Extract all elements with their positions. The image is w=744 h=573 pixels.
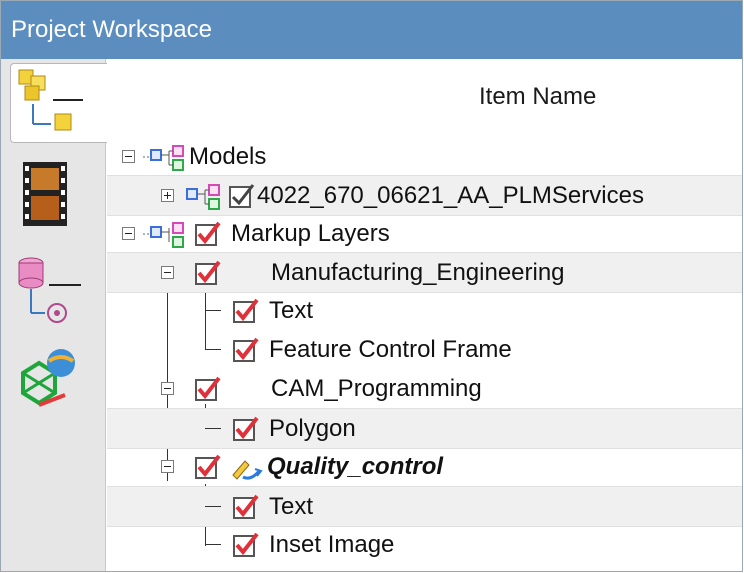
checkbox-checked-icon[interactable] [233,494,259,520]
checkbox-checked-icon[interactable] [195,454,221,480]
panel-title: Project Workspace [1,1,742,59]
collapse-toggle[interactable] [161,460,174,473]
tree-row-manufacturing-engineering[interactable]: Manufacturing_Engineering [107,252,742,293]
checkbox-checked-icon[interactable] [233,298,259,324]
tree-line [205,349,221,350]
tree-row-label: 4022_670_06621_AA_PLMServices [257,182,644,209]
sidebar [1,59,107,571]
database-tree-icon [18,257,81,323]
tree-line [205,310,221,311]
tree-row-feature-control-frame[interactable]: Feature Control Frame [107,330,742,369]
globe-wireframe-icon [21,349,75,407]
tree-row-cam-programming[interactable]: CAM_Programming [107,369,742,408]
collapse-toggle[interactable] [161,266,174,279]
tree-header: Item Name [107,59,742,139]
tree-row-label: CAM_Programming [271,375,482,402]
tree-row-markup-layers[interactable]: Markup Layers [107,214,742,253]
tree-view: Item Name Models 4022_670_06621_AA_PLMSe… [107,59,742,571]
checkbox-checked-icon[interactable] [195,260,221,286]
tree-row-label: Inset Image [269,531,395,558]
checkbox-checked-icon[interactable] [233,416,259,442]
tree-row-label: Models [189,143,267,170]
model-structure-icon [143,145,184,171]
tree-row-quality-control[interactable]: Quality_control [107,447,742,486]
tree-row-label: Manufacturing_Engineering [271,259,565,286]
tree-row-label: Polygon [269,415,356,442]
hierarchy-cubes-icon [18,69,83,131]
tab-3d-view[interactable] [9,339,97,417]
tree-row-label: Quality_control [267,453,444,480]
tree-row-inset-image[interactable]: Inset Image [107,525,742,564]
model-structure-icon [143,222,184,248]
tree-row-label: Text [269,297,314,324]
collapse-toggle[interactable] [161,382,174,395]
tree-row-models[interactable]: Models [107,137,742,176]
checkbox-checked-icon[interactable] [195,376,221,402]
tree-row-label: Feature Control Frame [269,336,512,363]
collapse-toggle[interactable] [122,227,135,240]
tree-row-text[interactable]: Text [107,486,742,527]
checkbox-checked-icon[interactable] [229,183,255,209]
checkbox-checked-icon[interactable] [195,221,221,247]
project-workspace-panel: Project Workspace Item Name Models 4022_… [0,0,743,572]
edit-markup-icon [232,460,263,480]
tree-row-plmservices[interactable]: 4022_670_06621_AA_PLMServices [107,175,742,216]
tab-structure[interactable] [10,63,107,143]
model-structure-icon [186,184,220,210]
checkbox-checked-icon[interactable] [233,532,259,558]
tree-row-polygon[interactable]: Polygon [107,408,742,449]
tree-row-label: Text [269,493,314,520]
tab-animation[interactable] [9,154,97,232]
tree-line [205,544,221,545]
tree-row-label: Markup Layers [231,220,390,247]
collapse-toggle[interactable] [122,150,135,163]
tree-row-text[interactable]: Text [107,291,742,330]
tree-line [205,506,221,507]
film-strip-icon [23,162,67,226]
expand-toggle[interactable] [161,189,174,202]
column-header-item-name[interactable]: Item Name [479,83,596,111]
tab-data[interactable] [9,249,97,327]
checkbox-checked-icon[interactable] [233,337,259,363]
tree-line [205,428,221,429]
